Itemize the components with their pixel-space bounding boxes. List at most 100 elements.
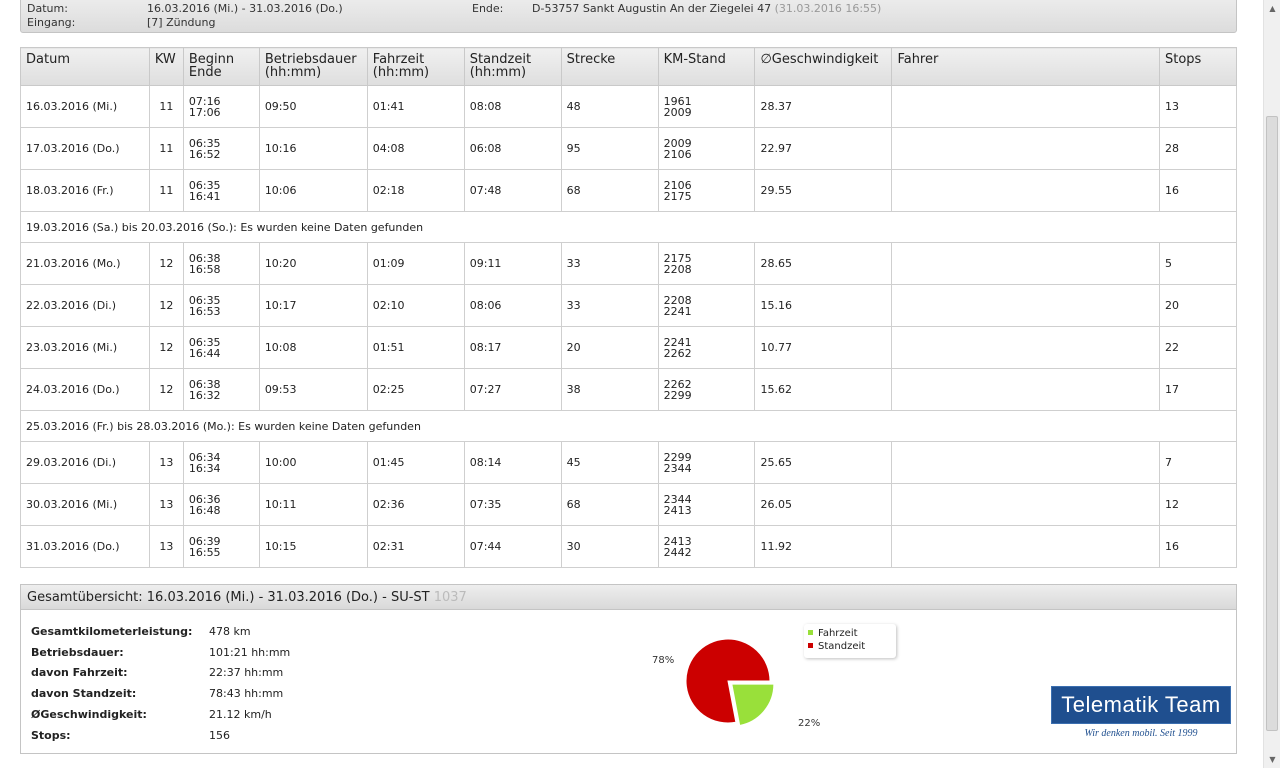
no-data-message: 25.03.2016 (Fr.) bis 28.03.2016 (Mo.): E… <box>20 410 1237 442</box>
cell-fahrer <box>891 525 1160 568</box>
cell-strecke: 68 <box>560 483 659 526</box>
col-strecke-header[interactable]: Strecke <box>560 47 659 86</box>
cell-fahrzeit: 02:31 <box>366 525 465 568</box>
cell-standzeit: 07:27 <box>463 368 562 411</box>
col-stops-header[interactable]: Stops <box>1158 47 1238 86</box>
col-kw-header[interactable]: KW <box>148 47 184 86</box>
table-row: 30.03.2016 (Mi.) 13 06:36 16:48 10:11 02:36 07… <box>20 483 1238 526</box>
eingang-value: [7] Zündung <box>147 16 216 29</box>
legend-swatch-fahrzeit <box>808 630 813 635</box>
cell-km-stand-bottom: 2344 <box>663 461 692 475</box>
cell-km-stand: 2208 2241 <box>657 284 756 327</box>
cell-beginn-ende-top: 06:34 <box>188 450 221 464</box>
cell-standzeit: 07:44 <box>463 525 562 568</box>
cell-stops: 20 <box>1158 284 1238 327</box>
col-standzeit-header[interactable]: Standzeit (hh:mm) <box>463 47 562 86</box>
stat-label: Gesamtkilometerleistung: <box>31 625 193 638</box>
cell-standzeit: 07:48 <box>463 169 562 212</box>
cell-betriebsdauer: 10:16 <box>258 127 368 170</box>
col-beginn-ende-header[interactable]: Beginn Ende <box>182 47 260 86</box>
table-row: 22.03.2016 (Di.) 12 06:35 16:53 10:17 02:10 08… <box>20 284 1238 327</box>
col-km-stand-header[interactable]: KM-Stand <box>657 47 756 86</box>
cell-geschwindigkeit: 15.16 <box>754 284 893 327</box>
no-data-message: 19.03.2016 (Sa.) bis 20.03.2016 (So.): E… <box>20 211 1237 243</box>
cell-km-stand-bottom: 2413 <box>663 503 692 517</box>
cell-km-stand-top: 2175 <box>663 251 692 265</box>
cell-beginn-ende: 06:38 16:58 <box>182 242 260 285</box>
cell-fahrer <box>891 242 1160 285</box>
summary-title-text: Gesamtübersicht: 16.03.2016 (Mi.) - 31.0… <box>27 590 430 605</box>
pie-slice-fahrzeit <box>731 683 775 727</box>
cell-strecke: 48 <box>560 85 659 128</box>
table-row: 17.03.2016 (Do.) 11 06:35 16:52 10:16 04:08 06… <box>20 127 1238 170</box>
col-geschwindigkeit-header[interactable]: ∅Geschwindigkeit <box>754 47 893 86</box>
cell-fahrzeit: 02:25 <box>366 368 465 411</box>
pie-label-fahrzeit: 22% <box>798 718 820 729</box>
cell-fahrer <box>891 368 1160 411</box>
col-fahrzeit-header[interactable]: Fahrzeit (hh:mm) <box>366 47 465 86</box>
cell-datum: 16.03.2016 (Mi.) <box>20 85 150 128</box>
chart-legend: Fahrzeit Standzeit <box>804 624 896 658</box>
cell-km-stand: 2413 2442 <box>657 525 756 568</box>
col-fahrer-header[interactable]: Fahrer <box>891 47 1160 86</box>
cell-fahrer <box>891 483 1160 526</box>
cell-datum: 22.03.2016 (Di.) <box>20 284 150 327</box>
cell-datum: 18.03.2016 (Fr.) <box>20 169 150 212</box>
cell-beginn-ende: 06:35 16:44 <box>182 326 260 369</box>
cell-km-stand: 2175 2208 <box>657 242 756 285</box>
cell-km-stand-bottom: 2241 <box>663 304 692 318</box>
stat-label: davon Standzeit: <box>31 687 137 701</box>
cell-beginn-ende: 06:38 16:32 <box>182 368 260 411</box>
cell-km-stand-bottom: 2175 <box>663 189 692 203</box>
stat-value: 22:37 hh:mm <box>209 666 284 680</box>
cell-fahrzeit: 01:51 <box>366 326 465 369</box>
cell-beginn-ende: 06:35 16:41 <box>182 169 260 212</box>
report-info-panel: Datum: 16.03.2016 (Mi.) - 31.03.2016 (Do… <box>20 0 1237 33</box>
cell-km-stand-top: 2262 <box>663 377 692 391</box>
cell-beginn-ende-top: 06:39 <box>188 534 221 548</box>
cell-beginn-ende-top: 06:38 <box>188 251 221 265</box>
cell-beginn-ende-top: 06:36 <box>188 492 221 506</box>
scrollbar-thumb[interactable] <box>1266 116 1278 731</box>
cell-kw: 12 <box>148 242 184 285</box>
vertical-scrollbar[interactable]: ▲ ▼ <box>1263 0 1280 768</box>
cell-strecke: 33 <box>560 242 659 285</box>
cell-fahrzeit: 04:08 <box>366 127 465 170</box>
cell-strecke: 20 <box>560 326 659 369</box>
legend-swatch-standzeit <box>808 643 813 648</box>
cell-standzeit: 08:14 <box>463 441 562 484</box>
eingang-label: Eingang: <box>27 16 76 29</box>
cell-km-stand-top: 2009 <box>663 136 692 150</box>
cell-fahrer <box>891 127 1160 170</box>
no-data-row: 25.03.2016 (Fr.) bis 28.03.2016 (Mo.): E… <box>20 410 1237 442</box>
cell-stops: 5 <box>1158 242 1238 285</box>
cell-betriebsdauer: 10:17 <box>258 284 368 327</box>
stat-value: 478 km <box>209 625 251 638</box>
cell-kw: 12 <box>148 368 184 411</box>
cell-stops: 16 <box>1158 169 1238 212</box>
cell-kw: 11 <box>148 169 184 212</box>
col-datum-header[interactable]: Datum <box>20 47 150 86</box>
cell-betriebsdauer: 09:53 <box>258 368 368 411</box>
cell-beginn-ende: 07:16 17:06 <box>182 85 260 128</box>
cell-geschwindigkeit: 15.62 <box>754 368 893 411</box>
cell-km-stand-bottom: 2009 <box>663 105 692 119</box>
cell-beginn-ende-bottom: 16:53 <box>188 304 221 318</box>
ende-label: Ende: <box>472 2 504 15</box>
table-row: 23.03.2016 (Mi.) 12 06:35 16:44 10:08 01:51 08… <box>20 326 1238 369</box>
scroll-up-icon[interactable]: ▲ <box>1264 0 1280 17</box>
summary-title-redacted: 1037 <box>433 590 467 605</box>
cell-geschwindigkeit: 28.65 <box>754 242 893 285</box>
col-betriebsdauer-header[interactable]: Betriebsdauer (hh:mm) <box>258 47 368 86</box>
stat-label: Betriebsdauer: <box>31 645 124 659</box>
scroll-down-icon[interactable]: ▼ <box>1264 751 1280 768</box>
cell-datum: 24.03.2016 (Do.) <box>20 368 150 411</box>
cell-stops: 13 <box>1158 85 1238 128</box>
cell-beginn-ende-bottom: 16:58 <box>188 262 221 276</box>
cell-datum: 30.03.2016 (Mi.) <box>20 483 150 526</box>
table-row: 24.03.2016 (Do.) 12 06:38 16:32 09:53 02:25 07… <box>20 368 1238 411</box>
table-row: 16.03.2016 (Mi.) 11 07:16 17:06 09:50 01:41 08… <box>20 85 1238 128</box>
ende-value: D-53757 Sankt Augustin An der Ziegelei 4… <box>532 2 881 15</box>
stat-value: 101:21 hh:mm <box>209 645 291 659</box>
summary-title: Gesamtübersicht: 16.03.2016 (Mi.) - 31.0… <box>21 585 1236 610</box>
